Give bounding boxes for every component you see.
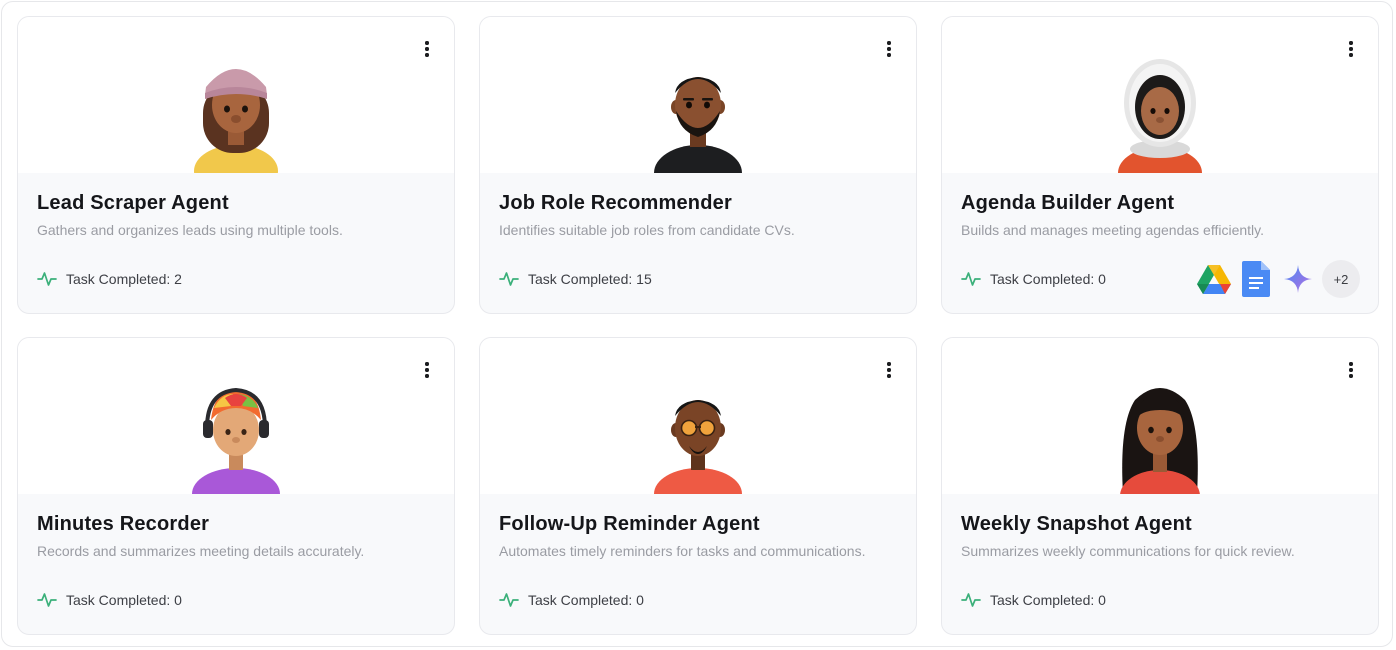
task-stat: Task Completed: 15 — [499, 270, 652, 288]
task-stat: Task Completed: 0 — [37, 591, 182, 609]
agent-title: Agenda Builder Agent — [961, 192, 1175, 214]
more-integrations-badge[interactable]: +2 — [1322, 260, 1360, 298]
card-hero — [942, 338, 1378, 494]
task-count: 0 — [1098, 592, 1106, 608]
activity-icon — [499, 272, 519, 286]
task-count: 0 — [636, 592, 644, 608]
agent-card-minutes-recorder[interactable]: Minutes Recorder Records and summarizes … — [17, 337, 455, 635]
agent-title: Lead Scraper Agent — [37, 192, 229, 214]
agent-card-weekly-snapshot[interactable]: Weekly Snapshot Agent Summarizes weekly … — [941, 337, 1379, 635]
avatar-beanie-woman — [181, 43, 291, 173]
task-label: Task Completed: — [66, 592, 171, 608]
task-label: Task Completed: — [990, 592, 1095, 608]
agent-title: Minutes Recorder — [37, 513, 210, 535]
task-stat: Task Completed: 0 — [961, 591, 1106, 609]
google-docs-icon[interactable] — [1238, 261, 1274, 297]
agent-description: Gathers and organizes leads using multip… — [37, 222, 343, 238]
card-hero — [480, 17, 916, 173]
task-label: Task Completed: — [528, 271, 633, 287]
task-stat: Task Completed: 2 — [37, 270, 182, 288]
more-vertical-icon[interactable] — [880, 360, 898, 380]
agent-description: Automates timely reminders for tasks and… — [499, 543, 866, 559]
activity-icon — [961, 593, 981, 607]
task-label: Task Completed: — [66, 271, 171, 287]
agent-description: Identifies suitable job roles from candi… — [499, 222, 795, 238]
activity-icon — [961, 272, 981, 286]
agent-description: Records and summarizes meeting details a… — [37, 543, 365, 559]
agent-description: Builds and manages meeting agendas effic… — [961, 222, 1265, 238]
gemini-icon[interactable] — [1280, 261, 1316, 297]
agent-grid: Lead Scraper Agent Gathers and organizes… — [17, 16, 1379, 635]
more-vertical-icon[interactable] — [1342, 360, 1360, 380]
agent-title: Follow-Up Reminder Agent — [499, 513, 760, 535]
avatar-bearded-man — [643, 43, 753, 173]
task-count: 2 — [174, 271, 182, 287]
agent-card-lead-scraper[interactable]: Lead Scraper Agent Gathers and organizes… — [17, 16, 455, 314]
card-hero — [18, 17, 454, 173]
card-hero — [18, 338, 454, 494]
task-count: 15 — [636, 271, 652, 287]
more-vertical-icon[interactable] — [418, 39, 436, 59]
task-label: Task Completed: — [528, 592, 633, 608]
task-label: Task Completed: — [990, 271, 1095, 287]
card-hero — [942, 17, 1378, 173]
google-drive-icon[interactable] — [1196, 261, 1232, 297]
agent-card-follow-up-reminder[interactable]: Follow-Up Reminder Agent Automates timel… — [479, 337, 917, 635]
card-hero — [480, 338, 916, 494]
avatar-long-hair-woman — [1105, 364, 1215, 494]
avatar-astronaut — [1105, 43, 1215, 173]
agent-title: Job Role Recommender — [499, 192, 732, 214]
activity-icon — [499, 593, 519, 607]
task-stat: Task Completed: 0 — [961, 270, 1106, 288]
integration-list: +2 — [1196, 260, 1360, 298]
activity-icon — [37, 593, 57, 607]
task-stat: Task Completed: 0 — [499, 591, 644, 609]
more-vertical-icon[interactable] — [418, 360, 436, 380]
agent-title: Weekly Snapshot Agent — [961, 513, 1192, 535]
more-vertical-icon[interactable] — [880, 39, 898, 59]
activity-icon — [37, 272, 57, 286]
task-count: 0 — [1098, 271, 1106, 287]
avatar-sunglasses-man — [643, 364, 753, 494]
task-count: 0 — [174, 592, 182, 608]
more-vertical-icon[interactable] — [1342, 39, 1360, 59]
agent-card-agenda-builder[interactable]: Agenda Builder Agent Builds and manages … — [941, 16, 1379, 314]
agent-description: Summarizes weekly communications for qui… — [961, 543, 1295, 559]
agent-card-job-role[interactable]: Job Role Recommender Identifies suitable… — [479, 16, 917, 314]
avatar-headphones-rainbow-hair — [181, 364, 291, 494]
